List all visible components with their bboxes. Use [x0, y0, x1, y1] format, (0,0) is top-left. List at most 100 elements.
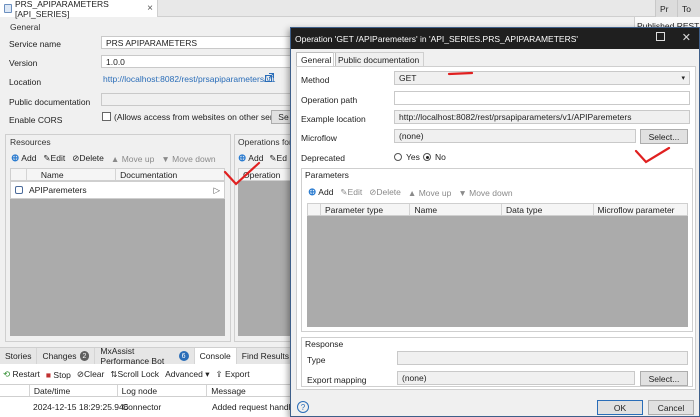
param-delete-button[interactable]: ⊘Delete: [369, 187, 401, 198]
param-add-button[interactable]: ⊕ Add: [308, 187, 333, 198]
restart-label: Restart: [12, 369, 40, 379]
resource-name: APIParemeters: [29, 185, 87, 195]
param-move-up-button[interactable]: ▲ Move up: [408, 188, 451, 198]
advanced-label: Advanced: [165, 369, 203, 379]
export-mapping-field[interactable]: (none): [397, 371, 635, 385]
tab-mxassist[interactable]: MxAssist Performance Bot 6: [95, 346, 195, 366]
ok-button[interactable]: OK: [597, 400, 643, 415]
tab-stories-label: Stories: [5, 351, 32, 361]
yes-label: Yes: [406, 152, 420, 162]
version-field[interactable]: 1.0.0: [101, 55, 296, 68]
tab-console[interactable]: Console: [194, 347, 237, 365]
advanced-dropdown[interactable]: Advanced ▾: [165, 369, 209, 380]
close-icon[interactable]: ✕: [682, 31, 691, 44]
public-doc-field[interactable]: [101, 93, 296, 106]
table-row[interactable]: 2024-12-15 18:29:25.946 Connector Added …: [0, 400, 295, 414]
type-label: Type: [307, 355, 326, 365]
console-row-node: Connector: [122, 402, 162, 412]
export-label: Export: [225, 369, 250, 379]
method-label: Method: [301, 75, 330, 85]
deprecated-yes[interactable]: Yes: [394, 152, 420, 162]
changes-badge: 2: [79, 351, 90, 361]
resources-grid-body: [10, 181, 225, 336]
microflow-select-button[interactable]: Select...: [640, 129, 688, 144]
param-edit-button[interactable]: ✎Edit: [340, 187, 362, 198]
resources-column-documentation[interactable]: Documentation: [116, 169, 224, 180]
console-level-column: [0, 385, 30, 396]
right-tab-toolbox[interactable]: To: [677, 0, 700, 17]
location-link[interactable]: http://localhost:8082/rest/prsapiparamet…: [103, 74, 275, 84]
example-location-label: Example location: [301, 114, 366, 124]
scroll-lock-label: Scroll Lock: [117, 369, 160, 379]
clear-button[interactable]: ⊘Clear: [77, 369, 104, 380]
params-column-microflow[interactable]: Microflow parameter: [594, 204, 688, 215]
restart-button[interactable]: ⟲ Restart: [3, 369, 40, 380]
tab-public-documentation[interactable]: Public documentation: [333, 52, 425, 66]
document-tab-bar: PRS_APIPARAMETERS [API_SERIES] × Pr To: [0, 0, 700, 19]
params-column-datatype[interactable]: Data type: [502, 204, 594, 215]
right-tab-properties[interactable]: Pr: [655, 0, 677, 17]
microflow-field[interactable]: (none): [394, 129, 636, 143]
resources-grid-header: Name Documentation: [10, 168, 225, 181]
maximize-icon[interactable]: [656, 32, 665, 41]
method-value: GET: [399, 73, 417, 83]
dialog-title: Operation 'GET /APIParemeters' in 'API_S…: [295, 33, 579, 44]
table-row[interactable]: APIParemeters ▷: [10, 181, 225, 199]
delete-button[interactable]: ⊘Delete: [72, 153, 104, 164]
export-mapping-select-button[interactable]: Select...: [640, 371, 688, 386]
arrow-down-icon: ▼: [458, 187, 467, 198]
operation-path-input[interactable]: [394, 91, 690, 105]
scroll-lock-button[interactable]: ⇅Scroll Lock: [110, 369, 159, 380]
document-tab[interactable]: PRS_APIPARAMETERS [API_SERIES] ×: [0, 0, 158, 19]
help-icon[interactable]: ?: [297, 401, 309, 413]
parameters-toolbar: ⊕ Add ✎Edit ⊘Delete ▲ Move up ▼ Move dow…: [308, 187, 513, 198]
params-column-name[interactable]: Name: [410, 204, 502, 215]
resources-toolbar: ⊕ Add ✎Edit ⊘Delete ▲ Move up ▼ Move dow…: [11, 153, 216, 164]
yes-radio[interactable]: [394, 153, 402, 161]
tab-changes[interactable]: Changes 2: [37, 347, 96, 365]
parameters-heading: Parameters: [305, 170, 349, 180]
play-icon[interactable]: ▷: [213, 185, 220, 196]
move-down-label: Move down: [172, 153, 216, 164]
ops-edit-label: Ed: [276, 153, 287, 163]
arrow-up-icon: ▲: [407, 187, 417, 198]
param-move-down-button[interactable]: ▼ Move down: [458, 188, 512, 198]
resource-icon: [11, 186, 27, 194]
enable-cors-text: (Allows access from websites on other se…: [114, 112, 292, 122]
move-down-button[interactable]: ▼ Move down: [161, 154, 215, 164]
tab-stories[interactable]: Stories: [0, 347, 38, 365]
example-location-field[interactable]: http://localhost:8082/rest/prsapiparamet…: [394, 110, 690, 124]
tab-general[interactable]: General: [296, 52, 337, 66]
stop-button[interactable]: ■ Stop: [46, 370, 71, 380]
console-column-message[interactable]: Message: [207, 385, 294, 396]
method-dropdown[interactable]: GET ▾: [394, 71, 690, 85]
enable-cors-checkbox[interactable]: [102, 112, 111, 121]
console-column-lognode[interactable]: Log node: [118, 385, 208, 396]
parameters-grid-header: Parameter type Name Data type Microflow …: [307, 203, 688, 216]
service-name-field[interactable]: PRS APIPARAMETERS: [101, 36, 296, 49]
move-up-button[interactable]: ▲ Move up: [111, 154, 154, 164]
delete-label: Delete: [79, 153, 104, 163]
tab-find-results[interactable]: Find Results: [237, 347, 295, 365]
param-add-label: Add: [318, 187, 334, 197]
external-link-icon[interactable]: [265, 73, 274, 82]
close-icon[interactable]: ×: [147, 3, 153, 14]
console-row-message: Added request handler 'c: [212, 402, 295, 412]
edit-button[interactable]: ✎Edit: [43, 153, 65, 164]
deprecated-no[interactable]: No: [423, 152, 446, 162]
plus-icon: ⊕: [11, 153, 20, 164]
params-column-type[interactable]: Parameter type: [321, 204, 411, 215]
no-radio[interactable]: [423, 153, 431, 161]
console-column-datetime[interactable]: Date/time: [30, 385, 118, 396]
ops-edit-button[interactable]: ✎Ed: [269, 153, 287, 164]
version-label: Version: [9, 58, 38, 68]
response-type-field[interactable]: [397, 351, 688, 365]
no-label: No: [435, 152, 446, 162]
resources-column-name[interactable]: Name: [27, 169, 117, 180]
cancel-button[interactable]: Cancel: [648, 400, 694, 415]
export-button[interactable]: ⇪ Export: [216, 369, 250, 380]
restart-icon: ⟲: [3, 369, 11, 379]
add-button[interactable]: ⊕ Add: [11, 153, 36, 164]
location-label: Location: [9, 77, 42, 87]
dialog-title-bar: Operation 'GET /APIParemeters' in 'API_S…: [291, 28, 699, 49]
